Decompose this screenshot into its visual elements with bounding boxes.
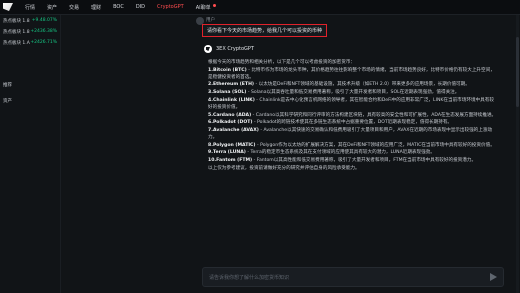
list-item: 8.Polygon (MATIC) - Polygon作为以太坊的扩展解决方案，…	[208, 142, 498, 149]
coin-desc: - Fantom以其高性能和低交易费用著称，吸引了大量开发者和项目，FTM在当前…	[252, 158, 477, 164]
nav-item-assets[interactable]: 资产	[47, 4, 57, 11]
ticker-row[interactable]: 热点板块 1.8 +9.48.07%	[0, 15, 60, 26]
sidebar-section-assets[interactable]: 资产	[0, 98, 60, 104]
sidebar: 热点板块 1.8 +9.48.07% 热点板块 1.8 +2436.38% 热点…	[0, 15, 61, 293]
ticker-name: 热点板块 1.8	[3, 29, 30, 35]
sidebar-section-recommend[interactable]: 推荐	[0, 82, 60, 88]
chat-main: 用户 请你看下今天的市场趋势，给我几个可以投资的币种 3EX CryptoGPT…	[61, 15, 520, 293]
list-item: 1.Bitcoin (BTC) - 比特币作为市场的龙头币种，其价格趋势往往影响…	[208, 67, 498, 81]
coin-title: 9.Terra (LUNA)	[208, 150, 246, 156]
coin-title: 3.Solana (SOL)	[208, 90, 247, 96]
nav-item-ai-chat[interactable]: AI聊单	[196, 4, 216, 11]
list-item: 4.Chainlink (LINK) - Chainlink是去中心化预言机网络…	[208, 97, 498, 111]
coin-desc: - Solana以其高吞吐量和低交易费用著称，吸引了大量开发者和项目，SOL在近…	[246, 90, 460, 96]
bot-outro: 以上仅为参考建议，投资前请做好充分的研究并评估自身的风险承受能力。	[208, 165, 360, 171]
list-item: 3.Solana (SOL) - Solana以其高吞吐量和低交易费用著称，吸引…	[208, 89, 498, 96]
user-message-bubble: 请你看下今天的市场趋势，给我几个可以投资的币种	[202, 24, 328, 37]
nav-item-cryptogpt[interactable]: CryptoGPT	[157, 4, 184, 10]
coin-desc: - Terra的稳定币生态系统及其在支付领域的应用使其具有较大的潜力，LUNA近…	[245, 150, 435, 156]
coin-title: 2.Ethereum (ETH)	[208, 82, 255, 88]
chat-input-placeholder: 请告诉我你想了解什么加密货币知识	[209, 274, 290, 281]
nav-item-boc[interactable]: BOC	[113, 4, 124, 10]
nav-item-did[interactable]: DID	[136, 4, 145, 10]
bot-intro: 根据今天的市场趋势和相关分析，以下是几个可以考虑投资的加密货币：	[208, 60, 356, 65]
list-item: 5.Cardano (ADA) - Cardano以其科学研究和同行评审的方法构…	[208, 112, 498, 119]
ticker-row[interactable]: 热点板块 1.A +2426.71%	[0, 37, 60, 48]
chat-input[interactable]: 请告诉我你想了解什么加密货币知识	[202, 267, 504, 287]
coin-title: 8.Polygon (MATIC)	[208, 142, 256, 148]
coin-desc: - Cardano以其科学研究和同行评审的方法构建区块链，具有较高的安全性和可扩…	[251, 112, 497, 118]
user-name: 用户	[206, 18, 215, 23]
ticker-row[interactable]: 热点板块 1.8 +2436.38%	[0, 26, 60, 37]
logo-icon[interactable]	[3, 3, 13, 11]
list-item: 9.Terra (LUNA) - Terra的稳定币生态系统及其在支付领域的应用…	[208, 149, 498, 156]
list-item: 10.Fantom (FTM) - Fantom以其高性能和低交易费用著称，吸引…	[208, 157, 498, 164]
nav-item-trade[interactable]: 交易	[69, 4, 79, 11]
coin-desc: - 比特币作为市场的龙头币种，其价格趋势往往影响整个市场的情绪，当前市场趋势良好…	[208, 67, 495, 80]
send-icon[interactable]	[490, 273, 497, 281]
ticker-name: 热点板块 1.A	[3, 40, 30, 46]
bot-name: 3EX CryptoGPT	[216, 46, 254, 52]
ticker-name: 热点板块 1.8	[3, 18, 30, 24]
top-nav-bar: 行情 资产 交易 理财 BOC DID CryptoGPT AI聊单	[0, 0, 520, 15]
list-item: 7.Avalanche (AVAX) - Avalanche以其快速的交易确认和…	[208, 127, 498, 141]
bot-message-body: 根据今天的市场趋势和相关分析，以下是几个可以考虑投资的加密货币： 1.Bitco…	[208, 59, 498, 173]
nav-item-markets[interactable]: 行情	[25, 4, 35, 11]
chat-messages: 用户 请你看下今天的市场趋势，给我几个可以投资的币种 3EX CryptoGPT…	[196, 17, 496, 171]
coin-title: 4.Chainlink (LINK)	[208, 97, 255, 103]
list-item: 6.Polkadot (DOT) - Polkadot的跨链技术使其在多链生态系…	[208, 119, 498, 126]
nav-item-earn[interactable]: 理财	[91, 4, 101, 11]
list-item: 2.Ethereum (ETH) - 以太坊是DeFi和NFT领域的基础设施，其…	[208, 81, 498, 88]
bot-message-header: 3EX CryptoGPT	[204, 45, 254, 53]
coin-desc: - Polygon作为以太坊的扩展解决方案，其在DeFi和NFT领域的应用广泛，…	[255, 142, 495, 148]
coin-title: 1.Bitcoin (BTC)	[208, 67, 247, 73]
ticker-change: +2436.38%	[30, 29, 57, 34]
ticker-change: +9.48.07%	[31, 18, 57, 23]
ticker-change: +2426.71%	[30, 40, 57, 45]
scrollbar-thumb[interactable]	[516, 37, 519, 107]
coin-title: 7.Avalanche (AVAX)	[208, 128, 259, 133]
coin-title: 10.Fantom (FTM)	[208, 158, 253, 164]
coin-desc: - 以太坊是DeFi和NFT领域的基础设施，其技术升级（如ETH 2.0）带来更…	[254, 82, 470, 88]
coin-title: 6.Polkadot (DOT)	[208, 120, 253, 126]
coin-desc: - Polkadot的跨链技术使其在多链生态系统中占据重要位置，DOT近期表现稳…	[252, 120, 453, 126]
bot-avatar-icon	[204, 45, 212, 53]
coin-title: 5.Cardano (ADA)	[208, 112, 252, 118]
